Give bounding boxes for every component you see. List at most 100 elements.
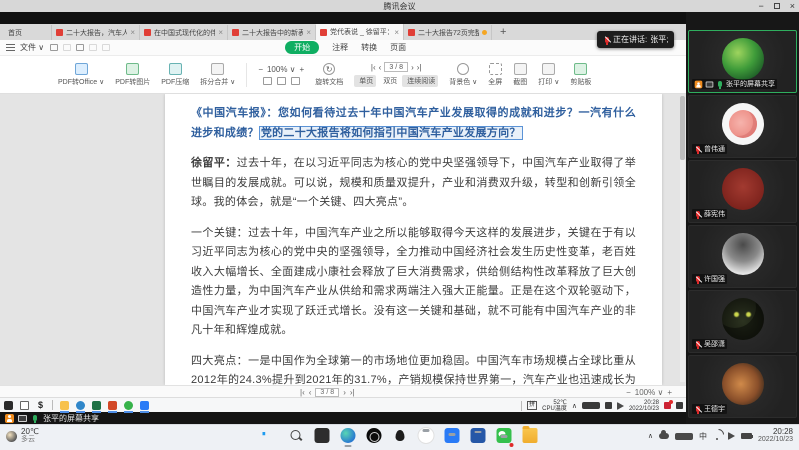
- remote-edge-icon[interactable]: [76, 401, 85, 410]
- fit-page-icon[interactable]: [263, 77, 272, 85]
- last-page-button[interactable]: ›|: [417, 63, 422, 72]
- page-number-input[interactable]: 3/8: [384, 62, 408, 72]
- remote-wechat-icon[interactable]: [124, 401, 133, 410]
- restore-button[interactable]: [774, 3, 780, 9]
- hamburger-menu-icon[interactable]: [6, 44, 15, 51]
- document-viewport[interactable]: 《中国汽车报》：您如何看待过去十年中国汽车产业发展取得的成就和进步？一汽有什么进…: [0, 94, 686, 385]
- view-double-page-button[interactable]: 双页: [378, 75, 400, 87]
- battery-icon[interactable]: [741, 433, 752, 439]
- word-app-icon[interactable]: [470, 428, 485, 443]
- clipboard-button[interactable]: 剪贴板: [570, 63, 591, 87]
- undo-icon[interactable]: [89, 44, 97, 51]
- search-icon[interactable]: [288, 428, 303, 443]
- tab-close-icon[interactable]: ×: [130, 28, 135, 37]
- scrollbar-thumb[interactable]: [680, 96, 685, 160]
- remote-clock[interactable]: 20:28 2022/10/23: [629, 400, 659, 412]
- remote-notification-app-icon[interactable]: [664, 402, 671, 409]
- remote-keyboard-icon[interactable]: [605, 402, 612, 409]
- remote-meeting-app-icon[interactable]: [140, 401, 149, 410]
- tab-modernization[interactable]: 在中国式现代化的伟大进… ×: [140, 25, 228, 40]
- tab-full-report-72[interactable]: 二十大报告72页完整版全…: [404, 25, 492, 40]
- tab-active-xu-liuping[interactable]: 党代表说 _ 徐留平：为建… ×: [316, 24, 404, 40]
- close-button[interactable]: ×: [790, 1, 795, 11]
- open-folder-icon[interactable]: [50, 44, 58, 51]
- tencent-meeting-icon[interactable]: [444, 428, 459, 443]
- print-button[interactable]: 打印 ∨: [538, 63, 559, 87]
- pdf-to-image-button[interactable]: PDF转图片: [115, 63, 150, 87]
- ribbon-tab-annotate[interactable]: 注释: [332, 42, 348, 53]
- cloud-tray-icon[interactable]: [659, 433, 669, 439]
- ime-indicator[interactable]: 中: [699, 431, 707, 442]
- document-scrollbar[interactable]: [680, 96, 685, 382]
- split-merge-button[interactable]: 拆分合并 ∨: [200, 63, 235, 87]
- participant-tile-2[interactable]: 曾伟通: [688, 95, 797, 158]
- background-color-button[interactable]: 背景色 ∨: [449, 63, 477, 87]
- alienware-app-icon[interactable]: [392, 428, 407, 443]
- footer-zoom-level[interactable]: 100% ∨: [635, 388, 664, 397]
- tab-close-icon[interactable]: ×: [306, 28, 311, 37]
- fullscreen-button[interactable]: 全屏: [488, 63, 502, 87]
- ribbon-tab-convert[interactable]: 转换: [361, 42, 377, 53]
- remote-stock-app-icon[interactable]: $: [36, 401, 45, 410]
- footer-page-input[interactable]: 3/8: [315, 388, 339, 397]
- hidden-icons-chevron[interactable]: ∧: [648, 432, 653, 440]
- next-page-button[interactable]: ›: [411, 63, 414, 72]
- tab-close-icon[interactable]: ×: [218, 28, 223, 37]
- remote-chat-app-icon[interactable]: [676, 402, 683, 409]
- tab-report-must-read[interactable]: 二十大报告，汽车人必读… ×: [52, 25, 140, 40]
- remote-powerpoint-icon[interactable]: [108, 401, 117, 410]
- pdf-to-office-button[interactable]: PDF转Office ∨: [58, 63, 104, 87]
- remote-speaker-icon[interactable]: [617, 402, 624, 410]
- minimize-button[interactable]: −: [758, 1, 763, 11]
- weather-widget[interactable]: 20℃ 多云: [6, 428, 39, 444]
- ribbon-tab-start[interactable]: 开始: [285, 41, 319, 54]
- view-continuous-button[interactable]: 连续阅读: [402, 75, 438, 87]
- zoom-out-button[interactable]: −: [258, 65, 263, 74]
- zoom-level-select[interactable]: 100% ∨: [267, 65, 296, 74]
- file-explorer-icon[interactable]: [522, 428, 537, 443]
- remote-start-button[interactable]: [4, 401, 13, 410]
- edge-icon[interactable]: [340, 428, 355, 443]
- redo-icon[interactable]: [102, 44, 110, 51]
- wifi-icon[interactable]: [713, 433, 722, 440]
- participant-tile-5[interactable]: 吴邵潇: [688, 290, 797, 353]
- remote-file-explorer-icon[interactable]: [60, 401, 69, 410]
- remote-excel-icon[interactable]: [92, 401, 101, 410]
- start-button[interactable]: [262, 432, 269, 439]
- file-menu[interactable]: 文件 ∨: [20, 42, 44, 53]
- dell-app-icon[interactable]: [366, 428, 381, 443]
- first-page-button[interactable]: |‹: [371, 63, 376, 72]
- crop-icon[interactable]: [291, 77, 300, 85]
- remote-hidden-icons-chevron[interactable]: ∧: [572, 402, 577, 410]
- ribbon-tab-page[interactable]: 页面: [390, 42, 406, 53]
- rotate-document-button[interactable]: ↻ 旋转文档: [315, 63, 343, 87]
- footer-first-page-button[interactable]: |‹: [300, 388, 305, 397]
- selected-text[interactable]: 党的二十大报告将如何指引中国汽车产业发展方向？: [259, 126, 523, 140]
- mic-tray-icon[interactable]: [675, 433, 693, 440]
- remote-ime-indicator[interactable]: 拼: [527, 401, 537, 410]
- new-tab-button[interactable]: +: [500, 26, 506, 40]
- footer-next-page-button[interactable]: ›: [343, 388, 346, 397]
- footer-prev-page-button[interactable]: ‹: [309, 388, 312, 397]
- wechat-icon[interactable]: [496, 428, 511, 443]
- zoom-in-button[interactable]: +: [300, 65, 305, 74]
- participant-tile-6[interactable]: 王德宇: [688, 355, 797, 418]
- widgets-app-icon[interactable]: [314, 428, 329, 443]
- view-single-page-button[interactable]: 单页: [354, 75, 376, 87]
- prev-page-button[interactable]: ‹: [379, 63, 382, 72]
- tab-close-icon[interactable]: ×: [394, 28, 399, 37]
- screenshot-button[interactable]: 截图: [513, 63, 527, 87]
- remote-task-view-icon[interactable]: [20, 401, 29, 410]
- pdf-compress-button[interactable]: PDF压缩: [161, 63, 189, 87]
- save-icon[interactable]: [63, 44, 71, 51]
- tab-new-expressions[interactable]: 二十大报告中的新表述新… ×: [228, 25, 316, 40]
- participant-tile-zhangping[interactable]: 张平的屏幕共享: [688, 30, 797, 93]
- footer-zoom-out-button[interactable]: −: [626, 388, 631, 397]
- print-icon[interactable]: [76, 44, 84, 51]
- footer-zoom-in-button[interactable]: +: [667, 388, 672, 397]
- cpu-temp-widget[interactable]: 52℃ CPU温度: [542, 400, 567, 412]
- music-app-icon[interactable]: [418, 428, 433, 443]
- remote-mic-icon[interactable]: [582, 402, 600, 409]
- footer-last-page-button[interactable]: ›|: [350, 388, 355, 397]
- clock[interactable]: 20:28 2022/10/23: [758, 428, 793, 444]
